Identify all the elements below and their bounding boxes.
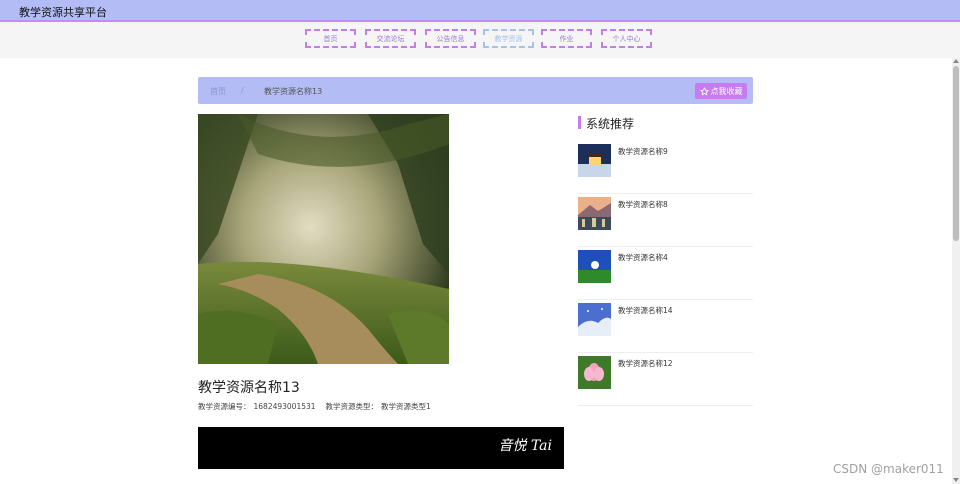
- app-title: 教学资源共享平台: [19, 6, 107, 19]
- main-nav: 首页 交流论坛 公告信息 教学资源 作业 个人中心: [0, 22, 960, 58]
- csdn-watermark: CSDN @maker011: [833, 462, 944, 476]
- resource-code-label: 教学资源编号：: [198, 402, 251, 411]
- nav-label: 交流论坛: [376, 34, 405, 43]
- breadcrumb: 首页 / 教学资源名称13 点我收藏: [198, 77, 753, 104]
- top-header: 教学资源共享平台: [0, 0, 960, 22]
- nav-label: 公告信息: [436, 34, 465, 43]
- nav-label: 作业: [559, 34, 574, 43]
- video-player[interactable]: 音悦 Tai: [198, 427, 564, 469]
- nav-item-resources[interactable]: 教学资源: [483, 29, 534, 48]
- video-watermark: 音悦 Tai: [498, 438, 552, 454]
- nav-item-homework[interactable]: 作业: [541, 29, 592, 48]
- recommend-item[interactable]: 教学资源名称8: [578, 194, 753, 247]
- recommend-item[interactable]: 教学资源名称4: [578, 247, 753, 300]
- recommend-thumb[interactable]: [578, 144, 611, 177]
- recommend-thumb[interactable]: [578, 250, 611, 283]
- breadcrumb-separator: /: [241, 86, 244, 95]
- scroll-down-arrow-icon[interactable]: [953, 478, 959, 482]
- recommend-accent-bar: [578, 116, 581, 129]
- resource-image: [198, 114, 449, 364]
- favorite-label: 点我收藏: [710, 86, 743, 96]
- recommend-item[interactable]: 教学资源名称12: [578, 353, 753, 406]
- recommend-thumb[interactable]: [578, 303, 611, 336]
- nav-item-home[interactable]: 首页: [305, 29, 356, 48]
- scroll-up-arrow-icon[interactable]: [953, 59, 959, 63]
- star-outline-icon: [699, 86, 709, 95]
- recommend-thumb[interactable]: [578, 197, 611, 230]
- resource-meta: 教学资源编号： 1682493001531 教学资源类型： 教学资源类型1: [198, 401, 434, 412]
- resource-type-label: 教学资源类型：: [325, 402, 379, 411]
- recommend-thumb[interactable]: [578, 356, 611, 389]
- nav-item-forum[interactable]: 交流论坛: [365, 29, 416, 48]
- nav-label: 个人中心: [612, 34, 641, 43]
- resource-code-value: 1682493001531: [253, 402, 316, 411]
- recommend-title: 系统推荐: [586, 117, 635, 131]
- scrollbar-thumb[interactable]: [953, 66, 959, 241]
- favorite-button[interactable]: 点我收藏: [695, 83, 747, 99]
- nav-item-notice[interactable]: 公告信息: [425, 29, 476, 48]
- recommend-item-label[interactable]: 教学资源名称12: [618, 358, 673, 369]
- nav-label: 首页: [323, 34, 338, 43]
- recommend-item-label[interactable]: 教学资源名称8: [618, 199, 668, 210]
- breadcrumb-current: 教学资源名称13: [264, 87, 323, 96]
- nav-label: 教学资源: [494, 34, 523, 43]
- page-scrollbar[interactable]: [952, 58, 960, 484]
- recommend-item-label[interactable]: 教学资源名称14: [618, 305, 673, 316]
- resource-title: 教学资源名称13: [198, 380, 300, 396]
- recommend-item-label[interactable]: 教学资源名称9: [618, 146, 668, 157]
- breadcrumb-home-link[interactable]: 首页: [210, 86, 226, 97]
- nav-item-profile[interactable]: 个人中心: [601, 29, 652, 48]
- recommend-item-label[interactable]: 教学资源名称4: [618, 252, 668, 263]
- recommend-item[interactable]: 教学资源名称9: [578, 141, 753, 194]
- recommend-item[interactable]: 教学资源名称14: [578, 300, 753, 353]
- resource-type-value: 教学资源类型1: [381, 402, 431, 411]
